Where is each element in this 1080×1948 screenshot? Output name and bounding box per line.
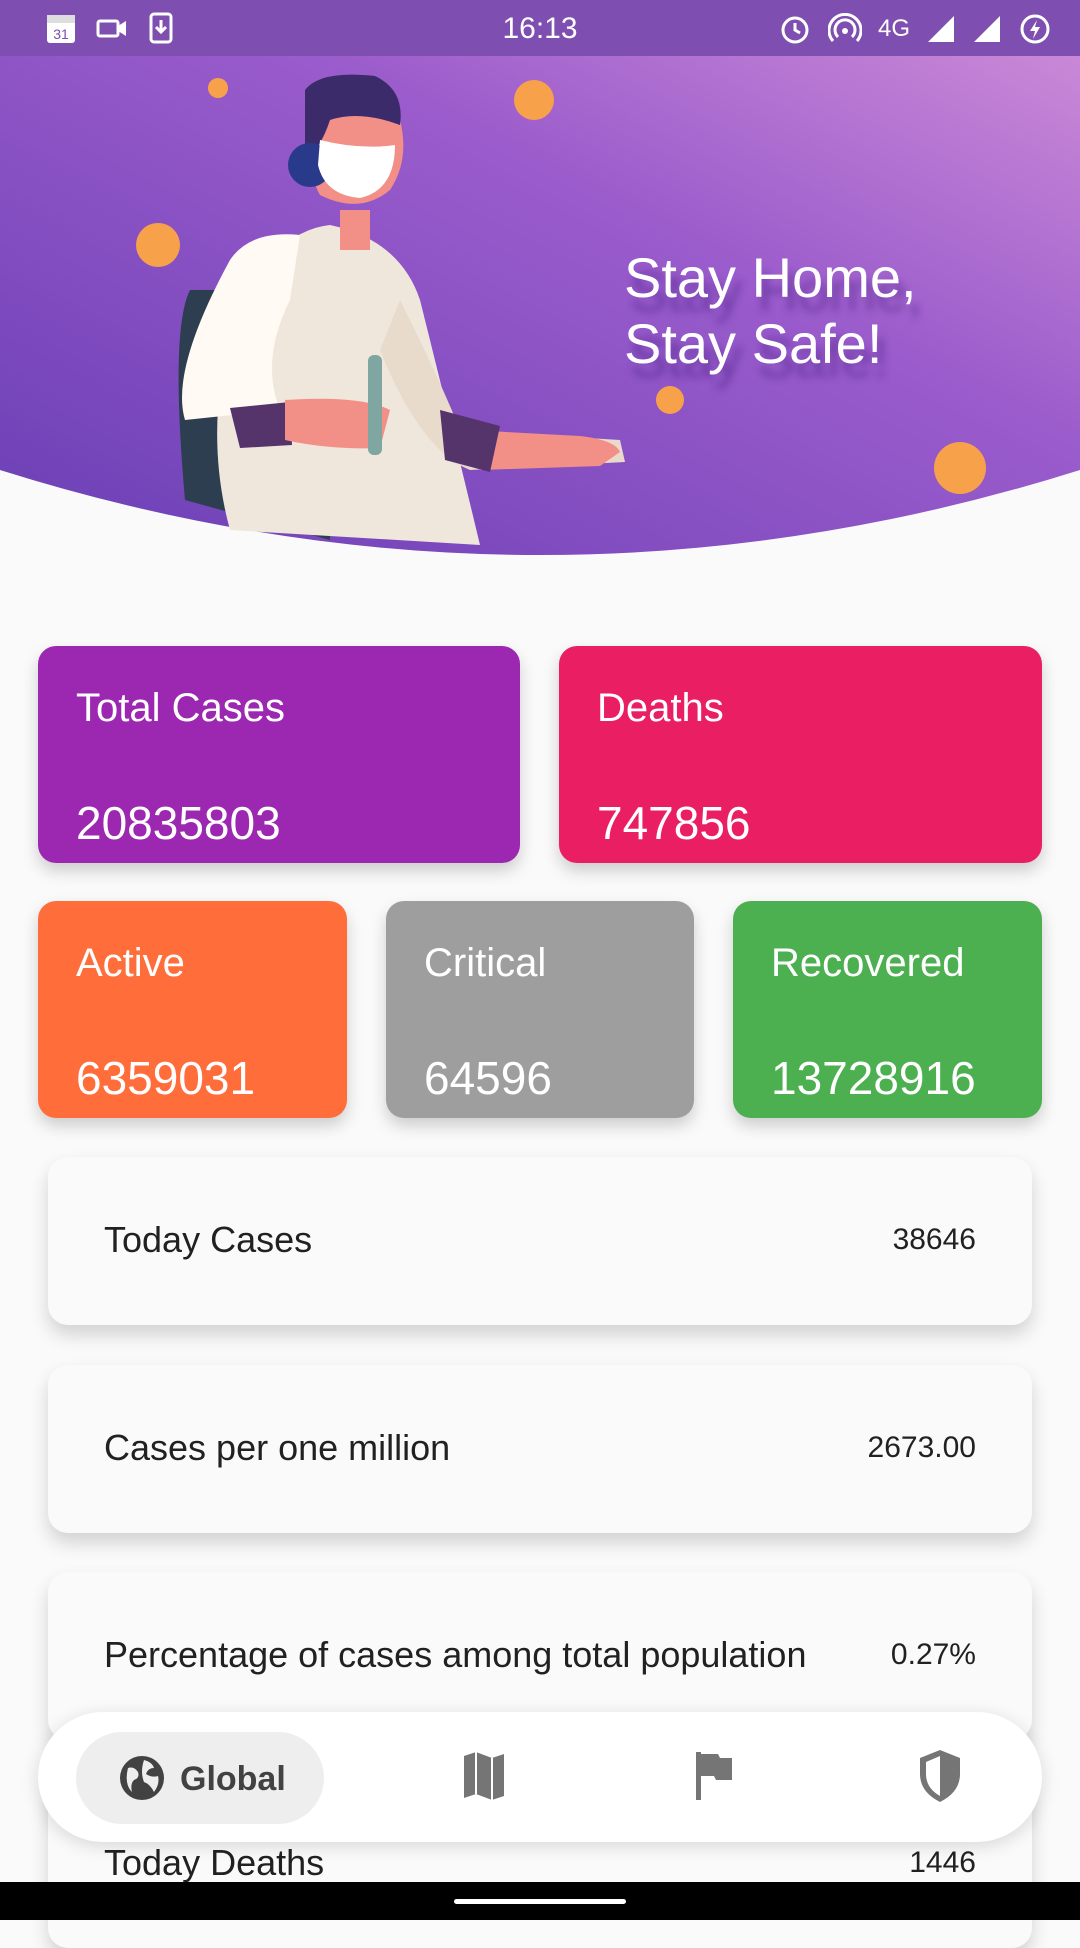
signal-icon bbox=[974, 16, 1000, 42]
hero-slogan-line2: Stay Safe! bbox=[624, 312, 883, 375]
recovered-value: 13728916 bbox=[771, 1052, 976, 1104]
hero-banner: Stay Home, Stay Safe! bbox=[0, 0, 1080, 560]
signal-icon bbox=[928, 16, 954, 42]
hotspot-icon bbox=[827, 13, 862, 42]
deaths-label: Deaths bbox=[597, 686, 724, 730]
total-cases-label: Total Cases bbox=[76, 686, 285, 730]
stat-value: 38646 bbox=[892, 1223, 976, 1256]
total-cases-card: Total Cases 20835803 bbox=[38, 646, 520, 863]
active-card: Active 6359031 bbox=[38, 901, 347, 1118]
total-cases-value: 20835803 bbox=[76, 797, 281, 849]
stat-label: Percentage of cases among total populati… bbox=[104, 1634, 807, 1675]
stat-label: Cases per one million bbox=[104, 1427, 451, 1468]
hero-slogan-line1: Stay Home, bbox=[624, 246, 917, 309]
battery-saver-icon bbox=[1020, 14, 1050, 44]
stat-row-cases-per-million: Cases per one million 2673.00 bbox=[48, 1365, 1032, 1533]
network-type: 4G bbox=[877, 15, 910, 42]
bottom-navigation: Global bbox=[38, 1712, 1042, 1842]
critical-card: Critical 64596 bbox=[386, 901, 694, 1118]
recovered-card: Recovered 13728916 bbox=[733, 901, 1042, 1118]
deaths-value: 747856 bbox=[597, 797, 751, 849]
system-navigation-bar bbox=[0, 1882, 1080, 1920]
status-bar-system: 4G bbox=[778, 12, 1052, 46]
nav-item-global-label: Global bbox=[180, 1760, 286, 1798]
hero-slogan: Stay Home, Stay Safe! bbox=[624, 245, 917, 377]
recovered-label: Recovered bbox=[771, 941, 965, 985]
critical-label: Critical bbox=[424, 941, 547, 985]
home-indicator[interactable] bbox=[454, 1899, 626, 1904]
active-label: Active bbox=[76, 941, 185, 985]
stat-value: 0.27% bbox=[890, 1638, 976, 1671]
shield-icon[interactable] bbox=[916, 1748, 964, 1804]
nav-item-global[interactable]: Global bbox=[76, 1732, 324, 1824]
critical-value: 64596 bbox=[424, 1052, 552, 1104]
stat-value: 2673.00 bbox=[867, 1431, 976, 1464]
active-value: 6359031 bbox=[76, 1052, 256, 1104]
stat-label: Today Deaths bbox=[104, 1842, 325, 1883]
status-bar: 31 16:13 4G bbox=[0, 0, 1080, 56]
stat-value: 1446 bbox=[909, 1846, 976, 1879]
alarm-icon bbox=[781, 16, 809, 44]
stat-row-today-cases: Today Cases 38646 bbox=[48, 1157, 1032, 1325]
deaths-card: Deaths 747856 bbox=[559, 646, 1042, 863]
globe-icon bbox=[120, 1756, 164, 1800]
stat-label: Today Cases bbox=[104, 1219, 313, 1260]
hero-background bbox=[0, 0, 1080, 555]
map-icon[interactable] bbox=[460, 1748, 508, 1804]
flag-icon[interactable] bbox=[692, 1748, 736, 1804]
